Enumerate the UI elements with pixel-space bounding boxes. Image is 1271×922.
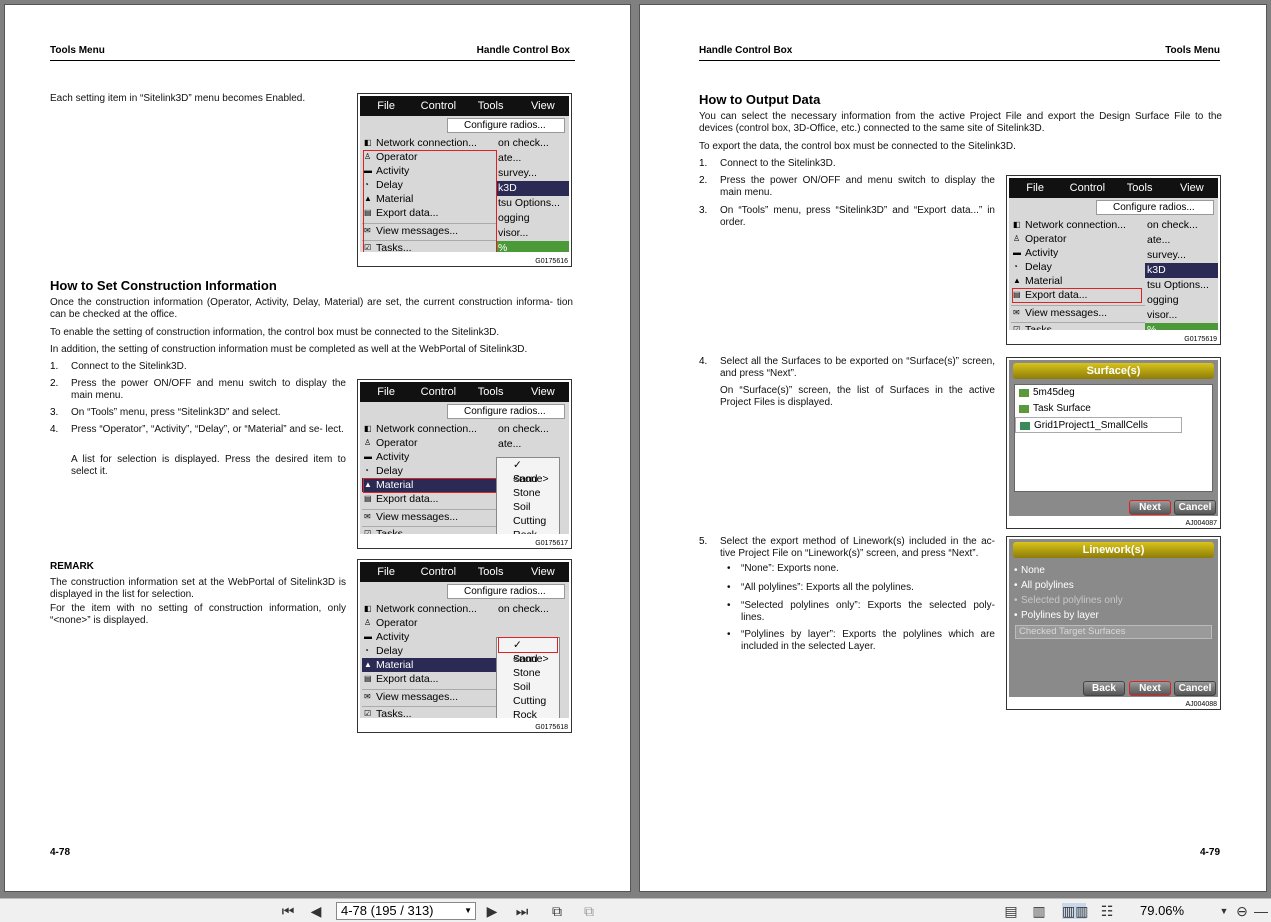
- zoom-out-icon[interactable]: ⊖: [1232, 903, 1252, 919]
- page-number: 4-79: [1199, 847, 1220, 858]
- step-4: Press “Operator”, “Activity”, “Delay”, o…: [71, 424, 344, 435]
- extract-pages-icon[interactable]: ⧉: [546, 903, 568, 919]
- step-1: Connect to the Sitelink3D.: [71, 361, 187, 372]
- linework-dialog-screenshot: Linework(s) None All polylines Selected …: [1006, 536, 1221, 710]
- device-screenshot-3: File Control Tools View Configure radios...…: [357, 559, 572, 733]
- surface-icon: [1019, 405, 1029, 413]
- bullet-2: “All polylines”: Exports all the polylin…: [741, 582, 914, 593]
- intro-text: Each setting item in “Sitelink3D” menu b…: [50, 93, 306, 104]
- header-right: Tools Menu: [1165, 45, 1220, 56]
- delay-icon: ◔: [1013, 262, 1018, 271]
- chevron-down-icon: ▼: [464, 906, 472, 915]
- step-4-note: On “Surface(s)” screen, the list of Surf…: [720, 385, 995, 408]
- step-3: On “Tools” menu, press “Sitelink3D” and …: [720, 205, 995, 228]
- zoom-slider[interactable]: —: [1254, 903, 1268, 919]
- device-screenshot-4: File Control Tools View Configure radios...…: [1006, 175, 1221, 345]
- activity-icon: ▬: [364, 452, 372, 461]
- two-page-view-icon[interactable]: ▥▥: [1062, 903, 1088, 919]
- remark-title: REMARK: [50, 561, 94, 572]
- continuous-view-icon[interactable]: ▥: [1030, 903, 1048, 919]
- surfaces-dialog-screenshot: Surface(s) 5m45deg Task Surface Grid1Pro…: [1006, 357, 1221, 529]
- remark-2: For the item with no setting of construc…: [50, 603, 346, 626]
- export-icon: ▤: [364, 674, 372, 683]
- export-icon: ▤: [364, 494, 372, 503]
- next-button: Next: [1129, 500, 1171, 515]
- section-heading: How to Set Construction Information: [50, 278, 277, 293]
- header-right: Handle Control Box: [476, 45, 570, 56]
- next-page-icon[interactable]: ▶: [484, 903, 500, 919]
- network-icon: ◧: [364, 138, 372, 147]
- document-viewer: Tools Menu Handle Control Box Each setti…: [0, 0, 1271, 898]
- step-2: Press the power ON/OFF and menu switch t…: [71, 378, 346, 401]
- target-surfaces-combo: Checked Target Surfaces: [1015, 625, 1212, 639]
- para-2: To export the data, the control box must…: [699, 141, 1016, 152]
- cancel-button: Cancel: [1174, 681, 1216, 696]
- insert-pages-icon[interactable]: ⧉: [578, 903, 600, 919]
- network-icon: ◧: [364, 604, 372, 613]
- step-1: Connect to the Sitelink3D.: [720, 158, 836, 169]
- linework-title: Linework(s): [1013, 542, 1214, 558]
- single-page-view-icon[interactable]: ▤: [1002, 903, 1020, 919]
- back-button: Back: [1083, 681, 1125, 696]
- section-heading: How to Output Data: [699, 92, 821, 107]
- header-rule: [699, 60, 1220, 61]
- surfaces-title: Surface(s): [1013, 363, 1214, 379]
- activity-icon: ▬: [1013, 248, 1021, 257]
- page-number: 4-78: [50, 847, 71, 858]
- device-menubar: File Control Tools View: [360, 96, 569, 116]
- messages-icon: ✉: [364, 512, 371, 521]
- header-left: Handle Control Box: [699, 45, 793, 56]
- highlight-box: [363, 150, 497, 252]
- bullet-4: “Polylines by layer”: Exports the polyli…: [741, 629, 995, 652]
- delay-icon: ◔: [364, 646, 369, 655]
- surfaces-list: 5m45deg Task Surface Grid1Project1_Small…: [1014, 384, 1213, 492]
- previous-page-icon[interactable]: ◀: [308, 903, 324, 919]
- first-page-icon[interactable]: ⏮: [278, 903, 298, 919]
- para-2: To enable the setting of construction in…: [50, 327, 500, 338]
- messages-icon: ✉: [1013, 308, 1020, 317]
- remark-1: The construction information set at the …: [50, 577, 346, 600]
- page-left: Tools Menu Handle Control Box Each setti…: [4, 4, 631, 892]
- step-2: Press the power ON/OFF and menu switch t…: [720, 175, 995, 198]
- last-page-icon[interactable]: ⏭: [512, 903, 532, 919]
- tasks-icon: ☑: [364, 709, 372, 718]
- material-submenu: ✓ <none>SandStone SoilCuttingRock: [496, 457, 560, 534]
- zoom-level[interactable]: 79.06%: [1140, 903, 1184, 918]
- page-number-field[interactable]: 4-78 (195 / 313) ▼: [336, 902, 476, 920]
- step-5: Select the export method of Linework(s) …: [720, 536, 995, 559]
- bullet-1: “None”: Exports none.: [741, 563, 839, 574]
- surface-icon: [1019, 389, 1029, 397]
- page-right: Handle Control Box Tools Menu How to Out…: [639, 4, 1267, 892]
- para-1: Once the construction information (Opera…: [50, 297, 573, 320]
- operator-icon: ♙: [364, 618, 372, 627]
- para-1: You can select the necessary information…: [699, 111, 1222, 134]
- messages-icon: ✉: [364, 692, 371, 701]
- two-page-continuous-icon[interactable]: ☷: [1096, 903, 1118, 919]
- operator-icon: ♙: [1013, 234, 1021, 243]
- step-3: On “Tools” menu, press “Sitelink3D” and …: [71, 407, 281, 418]
- step-4: Select all the Surfaces to be exported o…: [720, 356, 995, 379]
- header-left: Tools Menu: [50, 45, 105, 56]
- tasks-icon: ☑: [1013, 325, 1021, 330]
- delay-icon: ◔: [364, 466, 369, 475]
- tasks-icon: ☑: [364, 529, 372, 534]
- header-rule: [50, 60, 575, 61]
- material-icon: ▲: [364, 660, 372, 669]
- zoom-dropdown-icon[interactable]: ▼: [1218, 903, 1230, 919]
- step-4-note: A list for selection is displayed. Press…: [71, 454, 346, 477]
- material-icon: ▲: [1013, 276, 1021, 285]
- para-3: In addition, the setting of construction…: [50, 344, 528, 355]
- device-screenshot-1: File Control Tools View Configure radios...…: [357, 93, 572, 267]
- network-icon: ◧: [364, 424, 372, 433]
- grid-surface-icon: [1020, 422, 1030, 430]
- cancel-button: Cancel: [1174, 500, 1216, 515]
- viewer-toolbar: ⏮ ◀ 4-78 (195 / 313) ▼ ▶ ⏭ ⧉ ⧉ ▤ ▥ ▥▥ ☷ 7…: [0, 898, 1271, 922]
- operator-icon: ♙: [364, 438, 372, 447]
- bullet-3: “Selected polylines only”: Exports the s…: [741, 600, 995, 623]
- activity-icon: ▬: [364, 632, 372, 641]
- next-button: Next: [1129, 681, 1171, 696]
- network-icon: ◧: [1013, 220, 1021, 229]
- device-screenshot-2: File Control Tools View Configure radios...…: [357, 379, 572, 549]
